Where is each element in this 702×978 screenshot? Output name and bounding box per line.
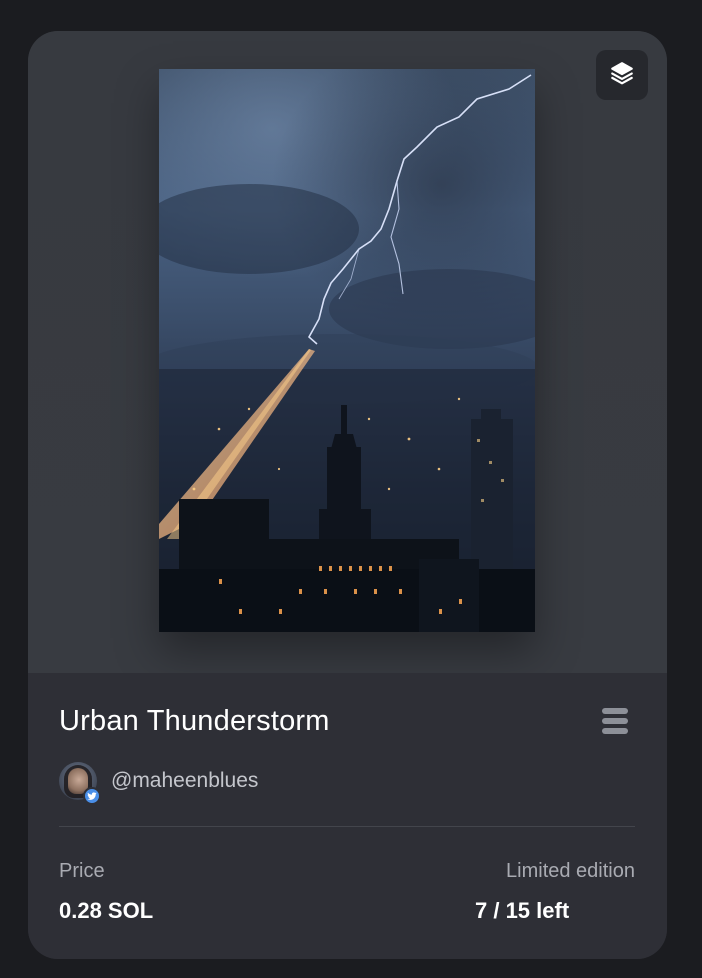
artwork-image[interactable] [159, 69, 535, 632]
price-value: 0.28 SOL [59, 898, 154, 923]
avatar[interactable] [59, 762, 101, 805]
artwork-illustration [159, 69, 535, 632]
nft-title: Urban Thunderstorm [59, 705, 330, 737]
media-area [28, 31, 667, 673]
solana-icon [600, 707, 630, 735]
creator-handle-link[interactable]: @maheenblues [111, 769, 258, 793]
price-label: Price [59, 860, 105, 882]
layers-icon [609, 60, 635, 91]
creator-row[interactable]: @maheenblues [59, 761, 258, 805]
twitter-verified-icon [83, 787, 101, 805]
nft-card[interactable]: Urban Thunderstorm @maheenblues Price 0.… [28, 31, 667, 959]
edition-label: Limited edition [506, 860, 635, 882]
nft-info-panel: Urban Thunderstorm @maheenblues Price 0.… [28, 673, 667, 959]
edition-value: 7 / 15 left [475, 898, 570, 923]
divider [59, 826, 635, 827]
layers-button[interactable] [596, 50, 648, 100]
